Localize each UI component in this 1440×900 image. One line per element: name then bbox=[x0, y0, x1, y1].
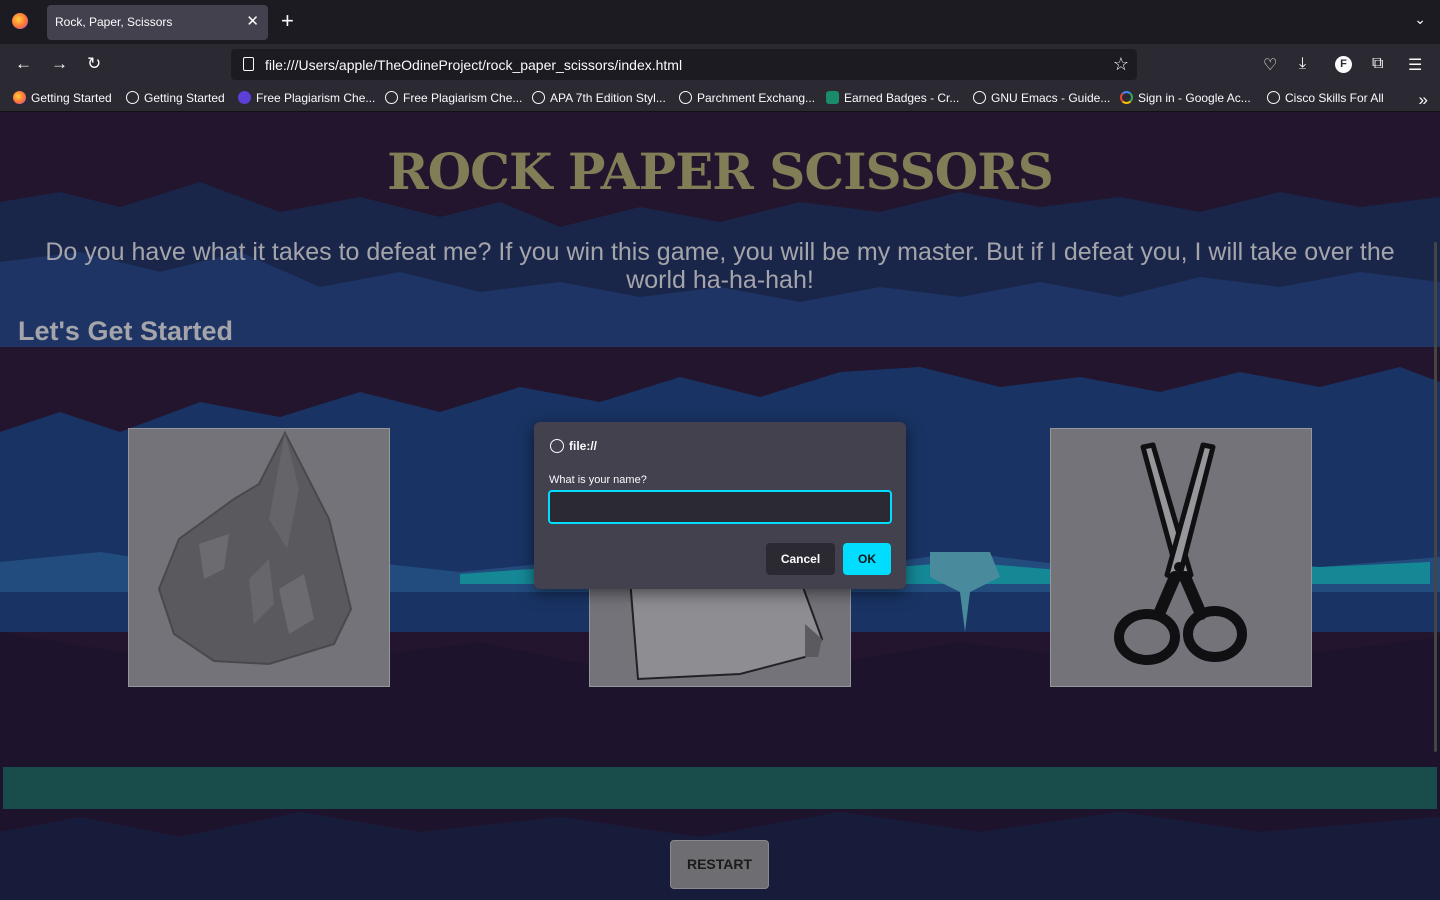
tab-title: Rock, Paper, Scissors bbox=[55, 15, 173, 29]
bookmark-item[interactable]: Earned Badges - Cr... bbox=[826, 91, 959, 105]
globe-icon bbox=[550, 439, 564, 453]
prompt-dialog: file:// What is your name? Cancel OK bbox=[534, 422, 906, 589]
cancel-button[interactable]: Cancel bbox=[766, 543, 835, 575]
google-icon bbox=[1120, 91, 1133, 104]
pocket-icon[interactable]: ♡ bbox=[1263, 55, 1277, 75]
forward-arrow-icon[interactable]: → bbox=[51, 55, 68, 73]
globe-icon bbox=[532, 91, 545, 104]
download-icon[interactable]: ⤓ bbox=[1299, 55, 1306, 73]
globe-icon bbox=[385, 91, 398, 104]
dialog-label: What is your name? bbox=[549, 474, 647, 486]
bookmark-item[interactable]: Getting Started bbox=[126, 91, 225, 105]
bookmark-item[interactable]: Getting Started bbox=[13, 91, 112, 105]
credly-icon bbox=[826, 91, 839, 104]
tab-close-icon[interactable]: ✕ bbox=[246, 12, 259, 30]
reload-icon[interactable]: ↻ bbox=[87, 55, 101, 73]
bookmark-item[interactable]: Sign in - Google Ac... bbox=[1120, 91, 1251, 105]
bookmark-item[interactable]: Free Plagiarism Che... bbox=[238, 91, 375, 105]
dialog-origin: file:// bbox=[569, 439, 598, 453]
url-text[interactable]: file:///Users/apple/TheOdineProject/rock… bbox=[265, 57, 682, 73]
bookmarks-bar: Getting Started Getting Started Free Pla… bbox=[0, 86, 1440, 112]
plagiarism-icon bbox=[238, 91, 251, 104]
ok-button[interactable]: OK bbox=[843, 543, 891, 575]
bookmarks-overflow-icon[interactable]: » bbox=[1419, 90, 1428, 110]
firefox-icon bbox=[13, 91, 26, 104]
account-icon[interactable]: F bbox=[1335, 56, 1352, 73]
bookmark-item[interactable]: APA 7th Edition Styl... bbox=[532, 91, 666, 105]
globe-icon bbox=[1267, 91, 1280, 104]
menu-icon[interactable]: ☰ bbox=[1408, 55, 1422, 75]
page-icon bbox=[243, 57, 254, 71]
globe-icon bbox=[126, 91, 139, 104]
globe-icon bbox=[973, 91, 986, 104]
url-bar[interactable]: file:///Users/apple/TheOdineProject/rock… bbox=[231, 49, 1137, 80]
back-arrow-icon[interactable]: ← bbox=[15, 55, 32, 73]
bookmark-star-icon[interactable]: ☆ bbox=[1113, 54, 1129, 75]
firefox-icon[interactable] bbox=[12, 13, 28, 29]
tab-list-chevron-icon[interactable]: ⌄ bbox=[1414, 11, 1426, 28]
tab-bar: Rock, Paper, Scissors ✕ + ⌄ bbox=[0, 0, 1440, 44]
bookmark-item[interactable]: Cisco Skills For All bbox=[1267, 91, 1384, 105]
name-input[interactable] bbox=[548, 490, 892, 524]
new-tab-button[interactable]: + bbox=[281, 10, 294, 32]
bookmark-item[interactable]: Parchment Exchang... bbox=[679, 91, 815, 105]
bookmark-item[interactable]: GNU Emacs - Guide... bbox=[973, 91, 1110, 105]
extensions-icon[interactable]: ⧉ bbox=[1372, 55, 1383, 73]
globe-icon bbox=[679, 91, 692, 104]
tab-active[interactable]: Rock, Paper, Scissors ✕ bbox=[47, 5, 268, 40]
bookmark-item[interactable]: Free Plagiarism Che... bbox=[385, 91, 522, 105]
